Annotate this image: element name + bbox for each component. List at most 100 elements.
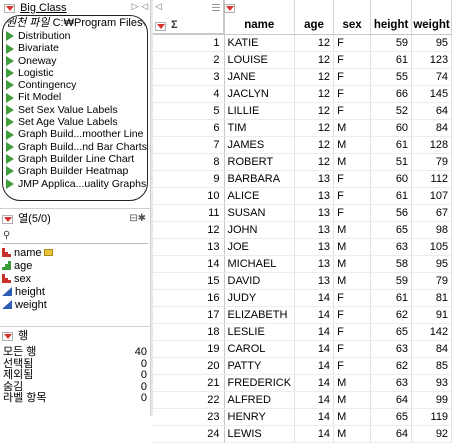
row-number[interactable]: 10 — [153, 187, 225, 205]
cell-height[interactable]: 62 — [370, 306, 413, 324]
cell-weight[interactable]: 91 — [411, 306, 453, 324]
cell-weight[interactable]: 67 — [411, 204, 453, 222]
cell-weight[interactable]: 145 — [411, 85, 453, 103]
cell-height[interactable]: 62 — [370, 357, 413, 375]
cell-sex[interactable]: F — [333, 34, 372, 52]
cell-weight[interactable]: 112 — [411, 170, 453, 188]
table-row[interactable]: 17 ELIZABETH 14 F 62 91 — [153, 306, 453, 324]
column-header-sex[interactable]: sex — [333, 0, 372, 35]
cell-age[interactable]: 12 — [294, 68, 335, 86]
cell-name[interactable]: JOE — [224, 238, 296, 256]
cell-name[interactable]: CAROL — [224, 340, 296, 358]
table-row[interactable]: 6 TIM 12 M 60 84 — [153, 119, 453, 137]
column-item-name[interactable]: name — [2, 247, 53, 260]
row-number[interactable]: 7 — [153, 136, 225, 154]
cell-height[interactable]: 59 — [370, 34, 413, 52]
cell-height[interactable]: 61 — [370, 289, 413, 307]
play-script-icon[interactable] — [6, 43, 14, 54]
table-script-item[interactable]: Graph Build...moother Line — [6, 128, 147, 140]
row-number[interactable]: 8 — [153, 153, 225, 171]
cell-sex[interactable]: M — [333, 238, 372, 256]
row-number[interactable]: 2 — [153, 51, 225, 69]
table-row[interactable]: 3 JANE 12 F 55 74 — [153, 68, 453, 86]
cell-age[interactable]: 13 — [294, 272, 335, 290]
cell-weight[interactable]: 79 — [411, 153, 453, 171]
cell-name[interactable]: ELIZABETH — [224, 306, 296, 324]
cell-name[interactable]: HENRY — [224, 408, 296, 426]
cell-height[interactable]: 61 — [370, 187, 413, 205]
table-script-item[interactable]: Bivariate — [6, 42, 147, 54]
table-row[interactable]: 11 SUSAN 13 F 56 67 — [153, 204, 453, 222]
cell-weight[interactable]: 93 — [411, 374, 453, 392]
row-number[interactable]: 17 — [153, 306, 225, 324]
cell-sex[interactable]: F — [333, 340, 372, 358]
cell-name[interactable]: DAVID — [224, 272, 296, 290]
table-row[interactable]: 20 PATTY 14 F 62 85 — [153, 357, 453, 375]
table-script-item[interactable]: Fit Model — [6, 91, 147, 103]
cell-age[interactable]: 14 — [294, 408, 335, 426]
table-row[interactable]: 9 BARBARA 13 F 60 112 — [153, 170, 453, 188]
table-script-item[interactable]: Graph Builder Heatmap — [6, 165, 147, 177]
cell-age[interactable]: 12 — [294, 102, 335, 120]
row-number[interactable]: 11 — [153, 204, 225, 222]
cell-age[interactable]: 13 — [294, 187, 335, 205]
cell-height[interactable]: 55 — [370, 68, 413, 86]
play-script-icon[interactable] — [6, 154, 14, 165]
play-script-icon[interactable] — [6, 141, 14, 152]
cell-name[interactable]: ALFRED — [224, 391, 296, 409]
cell-sex[interactable]: M — [333, 221, 372, 239]
table-row[interactable]: 15 DAVID 13 M 59 79 — [153, 272, 453, 290]
cell-name[interactable]: BARBARA — [224, 170, 296, 188]
cell-sex[interactable]: F — [333, 289, 372, 307]
cell-sex[interactable]: F — [333, 102, 372, 120]
table-script-item[interactable]: Set Sex Value Labels — [6, 104, 147, 116]
table-row[interactable]: 24 LEWIS 14 M 64 92 — [153, 425, 453, 443]
play-script-icon[interactable] — [6, 80, 14, 91]
panel-collapse-arrows[interactable]: ▷ ◁ — [132, 1, 148, 12]
play-script-icon[interactable] — [6, 105, 14, 115]
cell-sex[interactable]: F — [333, 357, 372, 375]
row-number[interactable]: 21 — [153, 374, 225, 392]
table-row[interactable]: 2 LOUISE 12 F 61 123 — [153, 51, 453, 69]
cell-age[interactable]: 14 — [294, 425, 335, 443]
table-row[interactable]: 12 JOHN 13 M 65 98 — [153, 221, 453, 239]
cell-sex[interactable]: F — [333, 204, 372, 222]
play-script-icon[interactable] — [6, 31, 14, 42]
play-script-icon[interactable] — [6, 55, 14, 66]
cell-age[interactable]: 13 — [294, 221, 335, 239]
cell-height[interactable]: 61 — [370, 51, 413, 69]
play-script-icon[interactable] — [6, 117, 14, 128]
table-script-item[interactable]: Logistic — [6, 67, 147, 79]
column-header-age[interactable]: age — [294, 0, 335, 35]
table-row[interactable]: 5 LILLIE 12 F 52 64 — [153, 102, 453, 120]
cell-weight[interactable]: 74 — [411, 68, 453, 86]
cell-height[interactable]: 52 — [370, 102, 413, 120]
row-number[interactable]: 13 — [153, 238, 225, 256]
cell-height[interactable]: 61 — [370, 136, 413, 154]
cell-name[interactable]: JUDY — [224, 289, 296, 307]
cell-weight[interactable]: 119 — [411, 408, 453, 426]
cell-age[interactable]: 12 — [294, 34, 335, 52]
cell-height[interactable]: 64 — [370, 425, 413, 443]
cell-weight[interactable]: 123 — [411, 51, 453, 69]
table-row[interactable]: 23 HENRY 14 M 65 119 — [153, 408, 453, 426]
cell-sex[interactable]: F — [333, 306, 372, 324]
cell-weight[interactable]: 92 — [411, 425, 453, 443]
cell-name[interactable]: JAMES — [224, 136, 296, 154]
columns-red-triangle-icon[interactable] — [2, 214, 13, 224]
table-row[interactable]: 14 MICHAEL 13 M 58 95 — [153, 255, 453, 273]
cell-name[interactable]: ALICE — [224, 187, 296, 205]
cell-name[interactable]: JOHN — [224, 221, 296, 239]
row-number[interactable]: 15 — [153, 272, 225, 290]
cell-weight[interactable]: 98 — [411, 221, 453, 239]
table-script-item[interactable]: Oneway — [6, 55, 147, 67]
cell-height[interactable]: 65 — [370, 323, 413, 341]
cell-height[interactable]: 65 — [370, 408, 413, 426]
play-script-icon[interactable] — [6, 178, 14, 189]
cell-age[interactable]: 12 — [294, 85, 335, 103]
cell-name[interactable]: LILLIE — [224, 102, 296, 120]
cell-name[interactable]: JACLYN — [224, 85, 296, 103]
cell-age[interactable]: 12 — [294, 51, 335, 69]
cell-sex[interactable]: M — [333, 374, 372, 392]
cell-sex[interactable]: M — [333, 391, 372, 409]
